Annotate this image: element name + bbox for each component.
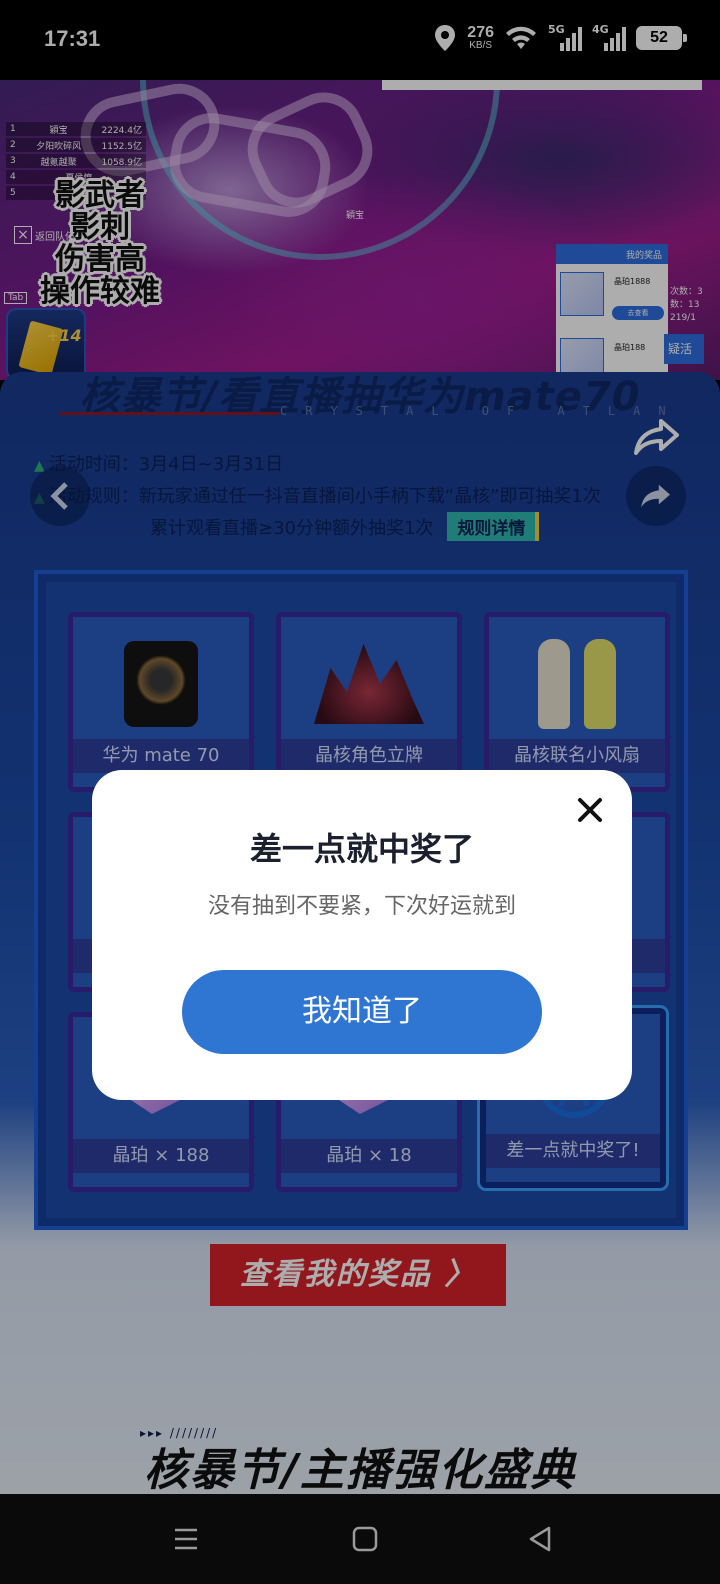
dialog-message: 没有抽到不要紧，下次好运就到 (207, 894, 516, 919)
close-icon (578, 798, 602, 822)
back-button[interactable] (520, 1522, 560, 1556)
got-it-button[interactable]: 我知道了 (182, 970, 542, 1054)
lottery-result-dialog: 差一点就中奖了 没有抽到不要紧，下次好运就到 我知道了 (92, 770, 632, 1100)
modal-backdrop[interactable] (0, 0, 720, 1494)
menu-icon (175, 1528, 197, 1550)
home-button[interactable] (345, 1522, 385, 1556)
back-icon (529, 1526, 551, 1552)
navigation-bar (0, 1494, 720, 1584)
home-icon (352, 1526, 378, 1552)
dialog-title: 差一点就中奖了 (249, 830, 474, 868)
menu-button[interactable] (166, 1522, 206, 1556)
